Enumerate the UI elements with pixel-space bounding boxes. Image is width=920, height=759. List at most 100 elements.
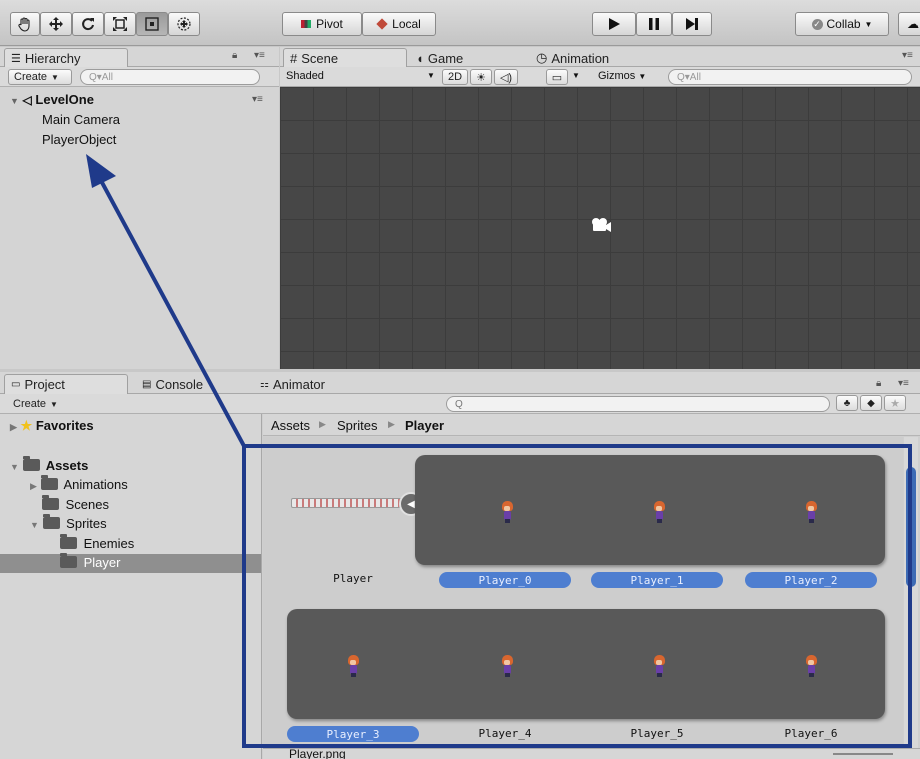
sprite-player-5-label[interactable]: Player_5 bbox=[591, 727, 723, 740]
favorite-button[interactable]: ★ bbox=[884, 395, 906, 411]
sprite-player-0-thumb[interactable] bbox=[501, 501, 513, 523]
move-tool-icon[interactable] bbox=[40, 12, 72, 36]
panel-menu-icon[interactable]: ▾≡ bbox=[254, 50, 265, 61]
panel-menu-icon[interactable]: ▾≡ bbox=[898, 378, 909, 389]
folder-player-highlight bbox=[0, 554, 261, 573]
scene-root-item[interactable]: ▼ ◁ LevelOne bbox=[10, 92, 94, 107]
folder-enemies-label: Enemies bbox=[83, 536, 135, 551]
tab-animator-label: Animator bbox=[272, 376, 325, 392]
hierarchy-search-input[interactable]: Q▾All bbox=[80, 69, 260, 85]
lighting-toggle[interactable]: ☀ bbox=[470, 69, 492, 85]
folder-enemies[interactable]: Enemies bbox=[60, 534, 135, 551]
sprite-player-4-label[interactable]: Player_4 bbox=[439, 727, 571, 740]
sprite-player-6-thumb[interactable] bbox=[805, 655, 817, 677]
folder-icon bbox=[60, 553, 77, 568]
scale-tool-icon[interactable] bbox=[104, 12, 136, 36]
sprite-player-6-label[interactable]: Player_6 bbox=[745, 727, 877, 740]
sprite-player-3-thumb[interactable] bbox=[347, 655, 359, 677]
mode-2d-toggle[interactable]: 2D bbox=[442, 69, 468, 85]
sprite-player-4-thumb[interactable] bbox=[501, 655, 513, 677]
tab-project[interactable]: ▭ Project bbox=[4, 374, 128, 394]
chevron-down-icon[interactable]: ▼ bbox=[572, 71, 580, 80]
rotate-tool-icon[interactable] bbox=[72, 12, 104, 36]
hierarchy-item-player-object[interactable]: PlayerObject bbox=[42, 132, 116, 147]
star-icon: ★ bbox=[890, 397, 900, 410]
sprite-player-3-label[interactable]: Player_3 bbox=[287, 726, 419, 742]
folder-assets[interactable]: ▼ Assets bbox=[10, 456, 89, 473]
folder-assets-label: Assets bbox=[45, 458, 89, 473]
shading-dropdown[interactable]: Shaded bbox=[286, 70, 324, 82]
local-cube-icon bbox=[376, 18, 388, 30]
icon-size-slider[interactable] bbox=[833, 753, 893, 755]
folder-scenes[interactable]: Scenes bbox=[42, 495, 109, 512]
transform-tool-icon[interactable] bbox=[168, 12, 200, 36]
tab-animation[interactable]: ◷ Animation bbox=[530, 48, 670, 68]
project-panel: ▭ Project ▤ Console ⚏ Animator 🔒︎ ▾≡ Cre… bbox=[0, 372, 920, 759]
selected-file-name: Player.png bbox=[289, 748, 346, 759]
create-label: Create bbox=[13, 398, 47, 410]
rect-tool-icon[interactable] bbox=[136, 12, 168, 36]
folder-sprites-label: Sprites bbox=[66, 516, 107, 531]
tab-scene[interactable]: # Scene bbox=[283, 48, 407, 68]
step-button[interactable] bbox=[672, 12, 712, 36]
breadcrumb-assets[interactable]: Assets bbox=[271, 418, 310, 433]
project-search-input[interactable]: Q bbox=[446, 396, 830, 412]
sprite-player-0-label[interactable]: Player_0 bbox=[439, 572, 571, 588]
sprite-sheet-thumbnail[interactable] bbox=[291, 498, 403, 508]
star-icon: ★ bbox=[20, 418, 33, 433]
search-placeholder: Q▾All bbox=[677, 71, 701, 83]
effects-toggle[interactable]: ▭ bbox=[546, 69, 568, 85]
scene-search-input[interactable]: Q▾All bbox=[668, 69, 912, 85]
gizmos-dropdown[interactable]: Gizmos ▼ bbox=[598, 70, 646, 82]
audio-toggle[interactable]: ◁) bbox=[494, 69, 518, 85]
lock-icon[interactable]: 🔒︎ bbox=[876, 378, 881, 389]
tab-animator[interactable]: ⚏ Animator bbox=[254, 374, 374, 394]
tab-console[interactable]: ▤ Console bbox=[136, 374, 246, 394]
cloud-button[interactable]: ☁ bbox=[898, 12, 920, 36]
hierarchy-tree: ▼ ◁ LevelOne ▾≡ Main Camera PlayerObject bbox=[0, 87, 279, 369]
scene-view[interactable] bbox=[280, 87, 920, 369]
sprite-strip-bottom bbox=[287, 609, 885, 719]
tab-game[interactable]: ◖ Game bbox=[410, 48, 520, 68]
scene-name: LevelOne bbox=[35, 92, 94, 107]
tab-hierarchy[interactable]: ☰ Hierarchy bbox=[4, 48, 128, 68]
breadcrumb-player[interactable]: Player bbox=[405, 418, 444, 433]
filter-type-button[interactable]: ♣ bbox=[836, 395, 858, 411]
sprite-player-1-label[interactable]: Player_1 bbox=[591, 572, 723, 588]
expand-arrow-icon: ▶ bbox=[10, 422, 17, 432]
folder-icon bbox=[42, 514, 60, 529]
tag-icon: ◆ bbox=[867, 397, 875, 409]
panel-menu-icon[interactable]: ▾≡ bbox=[902, 50, 913, 61]
hierarchy-item-main-camera[interactable]: Main Camera bbox=[42, 112, 120, 127]
folder-animations[interactable]: ▶ Animations bbox=[30, 475, 128, 492]
sprite-player-1-thumb[interactable] bbox=[653, 501, 665, 523]
list-icon: ☰ bbox=[11, 53, 21, 65]
local-button[interactable]: Local bbox=[362, 12, 436, 36]
asset-scrollbar[interactable] bbox=[904, 437, 918, 748]
sprite-player-2-thumb[interactable] bbox=[805, 501, 817, 523]
breadcrumb: Assets ▶ Sprites ▶ Player bbox=[263, 414, 920, 436]
tab-project-label: Project bbox=[24, 377, 65, 392]
scrollbar-thumb[interactable] bbox=[906, 467, 916, 587]
asset-player-label[interactable]: Player bbox=[287, 572, 419, 585]
breadcrumb-sprites[interactable]: Sprites bbox=[337, 418, 377, 433]
sprite-player-2-label[interactable]: Player_2 bbox=[745, 572, 877, 588]
sprite-player-5-thumb[interactable] bbox=[653, 655, 665, 677]
pause-button[interactable] bbox=[636, 12, 672, 36]
pivot-button[interactable]: Pivot bbox=[282, 12, 362, 36]
lock-icon[interactable]: 🔒︎ bbox=[232, 50, 237, 61]
hand-tool-icon[interactable] bbox=[10, 12, 40, 36]
camera-gizmo-icon[interactable] bbox=[590, 217, 612, 236]
play-button[interactable] bbox=[592, 12, 636, 36]
folder-icon bbox=[60, 534, 77, 549]
favorites-item[interactable]: ▶ ★ Favorites bbox=[10, 418, 94, 434]
folder-player[interactable]: Player bbox=[60, 553, 120, 570]
folder-sprites[interactable]: ▼ Sprites bbox=[30, 514, 107, 531]
scene-menu-icon[interactable]: ▾≡ bbox=[252, 94, 263, 105]
hierarchy-create-button[interactable]: Create ▼ bbox=[8, 69, 72, 85]
animator-icon: ⚏ bbox=[260, 378, 269, 390]
chevron-down-icon[interactable]: ▼ bbox=[427, 71, 435, 80]
filter-label-button[interactable]: ◆ bbox=[860, 395, 882, 411]
project-create-button[interactable]: Create ▼ bbox=[8, 396, 64, 412]
collab-button[interactable]: ✓ Collab ▼ bbox=[795, 12, 889, 36]
